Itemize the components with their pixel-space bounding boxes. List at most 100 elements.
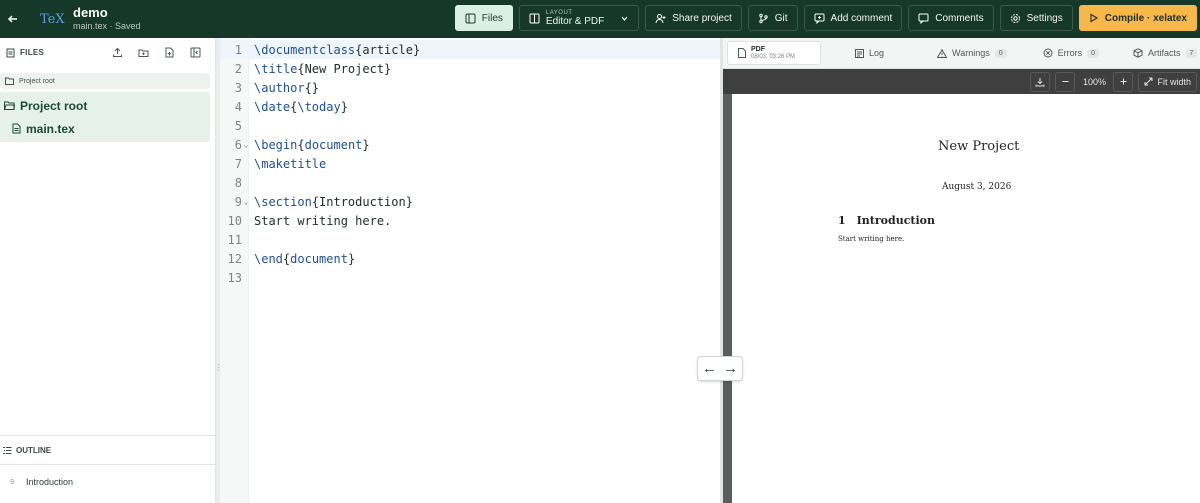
code-line[interactable]: 4 \date{\today} <box>220 97 720 116</box>
code-line[interactable]: 8 <box>220 173 720 192</box>
top-bar: TeX demo main.tex · Saved Files LAYOUT E… <box>0 0 1200 38</box>
code-line[interactable]: 9 ⌄ \section{Introduction} <box>220 192 720 211</box>
outline-title: OUTLINE <box>16 445 52 455</box>
latex-command: \author <box>254 80 305 95</box>
logo-text: TeX <box>40 12 65 27</box>
download-pdf-button[interactable] <box>1030 71 1051 92</box>
collapse-panel-icon[interactable] <box>190 47 201 58</box>
line-number: 9 <box>234 194 242 209</box>
line-number: 7 <box>234 156 242 171</box>
tree-item-main-tex[interactable]: main.tex <box>0 117 210 140</box>
fit-width-label: Fit width <box>1157 76 1191 87</box>
zoom-out-button[interactable] <box>1055 71 1076 92</box>
code-line[interactable]: 7 \maketitle <box>220 154 720 173</box>
line-number: 4 <box>234 99 242 114</box>
outline-header[interactable]: OUTLINE <box>0 435 216 465</box>
tab-artifacts-label: Artifacts <box>1148 48 1181 58</box>
pdf-page[interactable]: New Project August 3, 2026 1 Introduction… <box>732 94 1200 503</box>
new-folder-icon[interactable] <box>138 47 149 58</box>
line-number: 10 <box>227 213 242 228</box>
tab-warnings-label: Warnings <box>952 48 990 58</box>
package-icon <box>1133 48 1143 58</box>
add-comment-button[interactable]: Add comment <box>803 5 903 31</box>
git-button[interactable]: Git <box>747 5 798 31</box>
tab-errors[interactable]: Errors 0 <box>1043 41 1100 65</box>
tab-log[interactable]: Log <box>855 41 884 65</box>
gear-icon <box>1010 13 1020 23</box>
upload-icon[interactable] <box>112 47 123 58</box>
pdf-section-title: Introduction <box>856 214 935 227</box>
latex-argument: {} <box>304 80 320 95</box>
line-number: 11 <box>227 232 242 247</box>
pdf-toolbar: 100% Fit width <box>723 69 1200 94</box>
layout-dropdown[interactable]: LAYOUT Editor & PDF <box>518 5 640 31</box>
code-text: \title{New Project} <box>254 62 391 76</box>
code-line[interactable]: 1 \documentclass{article} <box>220 40 720 59</box>
layout-icon <box>529 13 540 23</box>
layout-value: Editor & PDF <box>545 15 605 27</box>
plus-icon <box>1120 78 1127 85</box>
code-line[interactable]: 2 \title{New Project} <box>220 59 720 78</box>
code-line[interactable]: 6 ⌄ \begin{document} <box>220 135 720 154</box>
latex-argument: {article} <box>355 42 421 57</box>
arrow-left-icon: ← <box>702 360 717 377</box>
latex-command: document <box>290 251 348 266</box>
new-file-icon[interactable] <box>164 47 175 58</box>
comments-button[interactable]: Comments <box>908 5 994 31</box>
chevron-down-icon <box>621 16 628 21</box>
latex-argument: } <box>347 251 356 266</box>
latex-command: \maketitle <box>254 156 327 171</box>
tree-item-label: Project root <box>20 98 88 113</box>
code-line[interactable]: 5 <box>220 116 720 135</box>
back-button[interactable] <box>1 7 25 31</box>
files-button[interactable]: Files <box>454 5 513 31</box>
code-line[interactable]: 3 \author{} <box>220 78 720 97</box>
code-text: \begin{document} <box>254 138 370 152</box>
swap-panes-button[interactable]: ← → <box>697 356 743 381</box>
fold-chevron-icon[interactable]: ⌄ <box>242 140 250 149</box>
outline-item[interactable]: 9 Introduction <box>0 475 216 489</box>
comment-icon <box>918 13 929 24</box>
pdf-title: New Project <box>938 139 1020 154</box>
code-line[interactable]: 11 <box>220 230 720 249</box>
latex-argument: } <box>340 99 348 114</box>
line-number: 12 <box>227 251 242 266</box>
line-number: 1 <box>234 42 242 57</box>
tab-pdf[interactable]: PDF 08/03, 03:26 PM <box>727 41 821 65</box>
file-tree: Project root main.tex <box>0 92 210 142</box>
latex-argument: {Introduction} <box>311 194 413 209</box>
breadcrumb[interactable]: Project root <box>0 73 210 89</box>
share-project-button[interactable]: Share project <box>645 5 742 31</box>
project-name: demo <box>73 4 108 20</box>
code-text: \end{document} <box>254 252 355 266</box>
code-line[interactable]: 12 \end{document} <box>220 249 720 268</box>
line-number: 8 <box>234 175 242 190</box>
zoom-level: 100% <box>1082 76 1106 87</box>
user-plus-icon <box>655 13 666 23</box>
project-status: main.tex · Saved <box>73 21 141 32</box>
tab-artifacts[interactable]: Artifacts 7 <box>1133 41 1198 65</box>
compile-button[interactable]: Compile · xelatex <box>1078 5 1197 31</box>
latex-argument: } <box>362 137 370 152</box>
zoom-in-button[interactable] <box>1113 71 1134 92</box>
play-icon <box>1090 13 1098 23</box>
latex-command: \title <box>254 61 298 76</box>
arrow-right-icon: → <box>723 360 738 377</box>
settings-button[interactable]: Settings <box>999 5 1073 31</box>
files-button-label: Files <box>481 12 503 24</box>
fold-chevron-icon[interactable]: ⌄ <box>242 197 250 206</box>
line-number: 3 <box>234 80 242 95</box>
line-number: 2 <box>234 61 242 76</box>
fit-width-button[interactable]: Fit width <box>1138 71 1197 92</box>
code-line[interactable]: 13 <box>220 268 720 287</box>
document-icon <box>738 48 746 58</box>
code-editor[interactable]: 1 \documentclass{article} 2 \title{New Proj… <box>220 38 720 503</box>
tree-item-project-root[interactable]: Project root <box>0 94 210 117</box>
file-tree-icon <box>6 48 15 57</box>
tab-warnings[interactable]: Warnings 0 <box>937 41 1007 65</box>
tab-log-label: Log <box>869 48 885 58</box>
folder-icon <box>5 77 14 85</box>
compile-label: Compile · xelatex <box>1104 12 1187 24</box>
code-line[interactable]: 10 Start writing here. <box>220 211 720 230</box>
line-number: 13 <box>227 270 242 285</box>
